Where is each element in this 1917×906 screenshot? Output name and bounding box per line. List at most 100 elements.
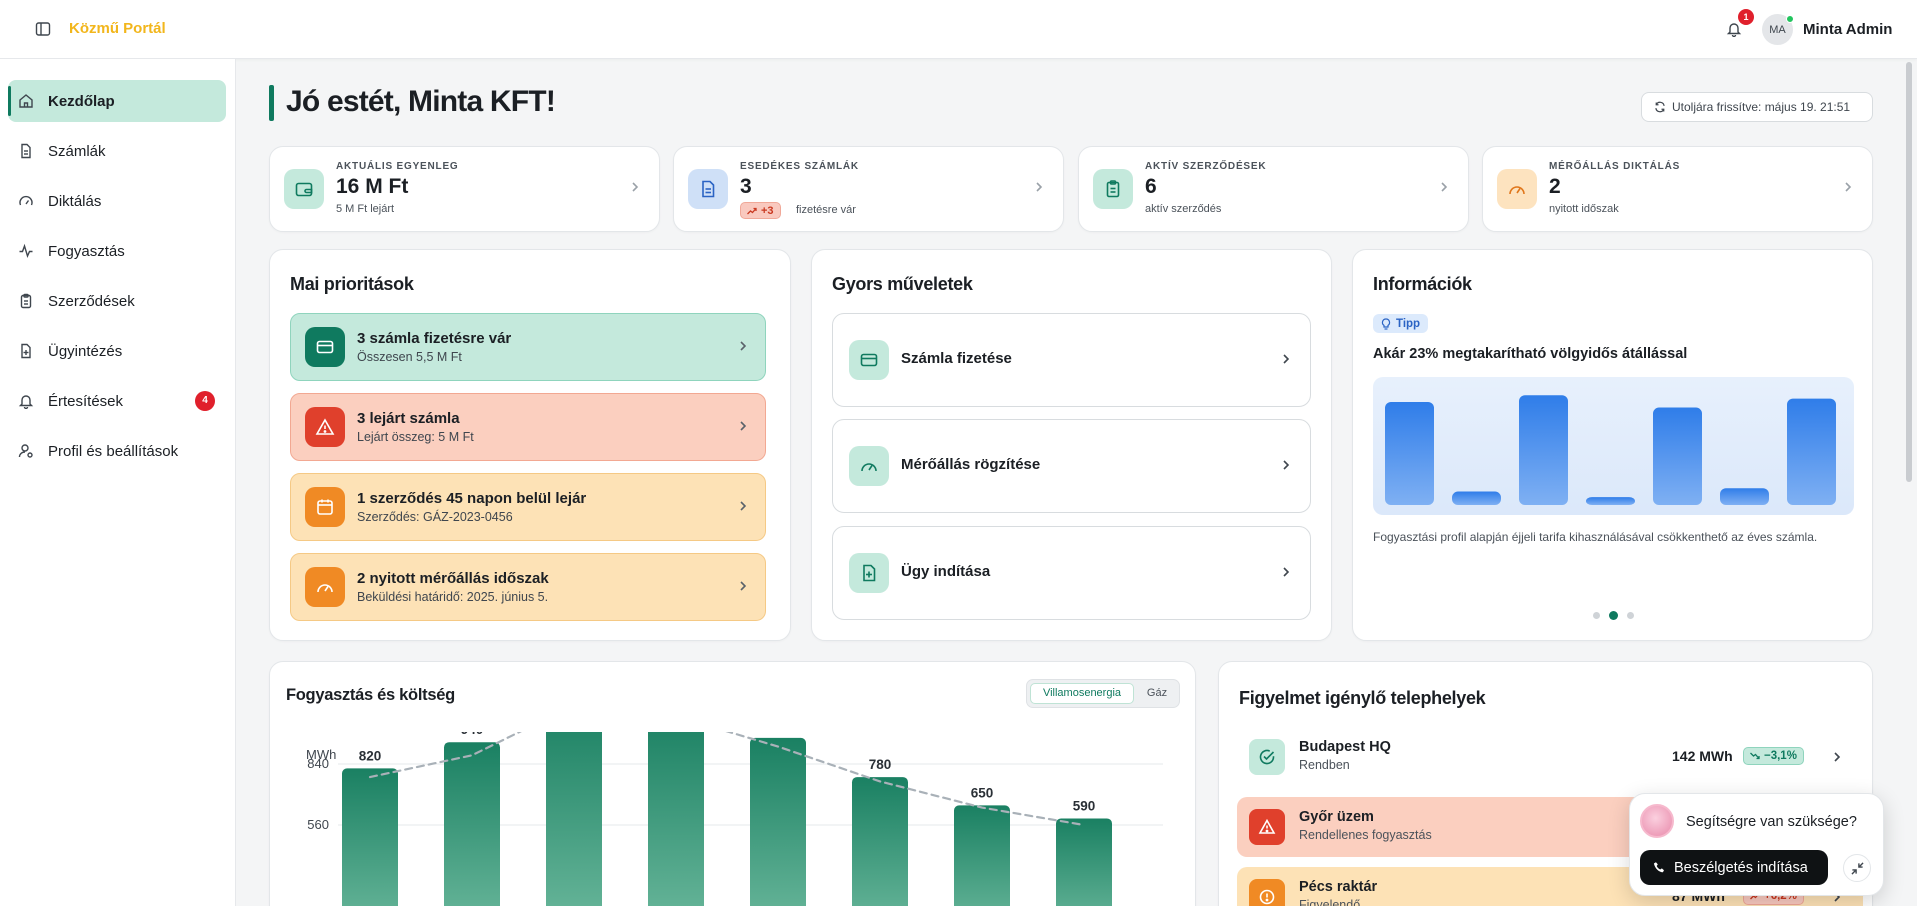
kpi-label: AKTUÁLIS EGYENLEG [336, 161, 459, 172]
tip-tag: Tipp [1373, 314, 1429, 333]
app-title[interactable]: Közmű Portál [69, 20, 166, 37]
priority-item-unpaid-invoices[interactable]: 3 számla fizetésre vár Összesen 5,5 M Ft [290, 313, 766, 381]
kpi-card-meter-reading[interactable]: MÉRŐÁLLÁS DIKTÁLÁS 2 nyitott időszak [1482, 146, 1873, 232]
sidebar-toggle-icon[interactable] [35, 21, 51, 37]
notification-count-badge: 4 [195, 391, 215, 411]
sidebar-item-kezdolap[interactable]: Kezdőlap [8, 80, 226, 122]
phone-icon [1653, 861, 1666, 874]
kpi-card-balance[interactable]: AKTUÁLIS EGYENLEG 16 M Ft 5 M Ft lejárt [269, 146, 660, 232]
priority-item-open-meter-periods[interactable]: 2 nyitott mérőállás időszak Beküldési ha… [290, 553, 766, 621]
notification-badge: 1 [1738, 9, 1754, 25]
quick-action-label: Mérőállás rögzítése [901, 456, 1041, 473]
priority-title: 3 lejárt számla [357, 410, 460, 427]
consumption-bar[interactable] [852, 777, 908, 906]
sidebar-item-szamlak[interactable]: Számlák [8, 130, 226, 172]
sidebar-item-fogyasztas[interactable]: Fogyasztás [8, 230, 226, 272]
kpi-subtext: 5 M Ft lejárt [336, 203, 395, 215]
carousel-dot-1[interactable] [1593, 612, 1600, 619]
clipboard-icon [1093, 169, 1133, 209]
kpi-value: 2 [1549, 175, 1561, 198]
page-title: Jó estét, Minta KFT! [286, 85, 556, 118]
trend-down-icon [1750, 752, 1760, 760]
top-bar: Közmű Portál 1 MA Minta Admin [0, 0, 1917, 59]
warning-icon [1249, 809, 1285, 845]
y-tick-label: 560 [307, 817, 329, 832]
consumption-bar[interactable] [1056, 818, 1112, 906]
home-icon [18, 93, 34, 109]
site-trend-value: −3,1% [1764, 750, 1797, 762]
priority-item-expiring-contract[interactable]: 1 szerződés 45 napon belül lejár Szerződ… [290, 473, 766, 541]
priorities-card: Mai prioritások 3 számla fizetésre vár Ö… [269, 249, 791, 641]
sidebar: Kezdőlap Számlák Diktálás Fogyasztás Sze… [0, 59, 236, 906]
kpi-card-due-invoices[interactable]: ESEDÉKES SZÁMLÁK 3 +3 fizetésre vár [673, 146, 1064, 232]
user-name[interactable]: Minta Admin [1803, 21, 1892, 38]
site-status: Rendellenes fogyasztás [1299, 828, 1432, 842]
y-tick-label: 840 [307, 756, 329, 771]
sidebar-item-ertesitesek[interactable]: Értesítések 4 [8, 380, 226, 422]
warning-icon [305, 407, 345, 447]
kpi-value: 16 M Ft [336, 175, 409, 198]
consumption-bar[interactable] [546, 732, 602, 906]
document-icon [18, 143, 34, 159]
quick-action-pay-invoice[interactable]: Számla fizetése [832, 313, 1311, 407]
sidebar-item-label: Számlák [48, 142, 106, 160]
sidebar-item-label: Ügyintézés [48, 342, 123, 360]
greeting-accent-bar [269, 85, 274, 121]
sidebar-item-szerzodesek[interactable]: Szerződések [8, 280, 226, 322]
priority-title: 3 számla fizetésre vár [357, 330, 512, 347]
kpi-card-active-contracts[interactable]: AKTÍV SZERZŐDÉSEK 6 aktív szerződés [1078, 146, 1469, 232]
sidebar-item-label: Kezdőlap [48, 92, 115, 110]
sidebar-item-ugyintezes[interactable]: Ügyintézés [8, 330, 226, 372]
chevron-right-icon [1831, 751, 1843, 763]
consumption-bar[interactable] [750, 737, 806, 906]
quick-action-start-case[interactable]: Ügy indítása [832, 526, 1311, 620]
gauge-icon [849, 446, 889, 486]
tariff-bar [1586, 497, 1635, 505]
priority-item-overdue-invoices[interactable]: 3 lejárt számla Lejárt összeg: 5 M Ft [290, 393, 766, 461]
chevron-right-icon [737, 340, 749, 352]
bell-icon[interactable] [1726, 21, 1742, 37]
consumption-bar[interactable] [648, 732, 704, 906]
quick-action-record-meter[interactable]: Mérőállás rögzítése [832, 419, 1311, 513]
refresh-icon [1654, 101, 1666, 113]
consumption-chart: MWh112084056082094011201080960780650590 [306, 732, 1163, 906]
chevron-right-icon [1280, 458, 1292, 472]
refresh-button[interactable]: Utoljára frissítve: május 19. 21:51 [1641, 92, 1873, 122]
consumption-card: Fogyasztás és költség Villamosenergia Gá… [269, 661, 1196, 906]
assistant-avatar [1640, 804, 1674, 838]
refresh-label: Utoljára frissítve: május 19. 21:51 [1672, 100, 1851, 114]
tariff-bar [1452, 491, 1501, 505]
energy-type-tabs: Villamosenergia Gáz [1026, 679, 1180, 708]
kpi-label: MÉRŐÁLLÁS DIKTÁLÁS [1549, 161, 1681, 172]
carousel-dot-3[interactable] [1627, 612, 1634, 619]
help-widget: Segítségre van szüksége? Beszélgetés ind… [1629, 793, 1884, 896]
tab-villamosenergia[interactable]: Villamosenergia [1030, 683, 1134, 704]
alert-circle-icon [1249, 879, 1285, 906]
sidebar-item-profil[interactable]: Profil és beállítások [8, 430, 226, 472]
activity-icon [18, 243, 34, 259]
site-item-budapest-hq[interactable]: Budapest HQ Rendben 142 MWh −3,1% [1237, 727, 1863, 787]
page-scrollbar[interactable] [1906, 62, 1912, 482]
tab-gaz[interactable]: Gáz [1137, 683, 1177, 704]
priority-subtitle: Beküldési határidő: 2025. június 5. [357, 590, 549, 604]
tariff-bar [1787, 398, 1836, 505]
wallet-icon [284, 169, 324, 209]
consumption-bar[interactable] [954, 805, 1010, 906]
consumption-bar[interactable] [342, 768, 398, 906]
user-settings-icon [18, 443, 34, 459]
priority-subtitle: Lejárt összeg: 5 M Ft [357, 430, 474, 444]
sidebar-item-label: Értesítések [48, 392, 124, 410]
sidebar-item-diktalas[interactable]: Diktálás [8, 180, 226, 222]
kpi-subtext: nyitott időszak [1549, 203, 1619, 215]
carousel-dot-2[interactable] [1609, 611, 1618, 620]
start-chat-button[interactable]: Beszélgetés indítása [1640, 850, 1828, 885]
collapse-icon[interactable] [1843, 854, 1871, 882]
file-plus-icon [849, 553, 889, 593]
start-chat-label: Beszélgetés indítása [1674, 859, 1808, 876]
quick-action-label: Ügy indítása [901, 563, 991, 580]
kpi-label: AKTÍV SZERZŐDÉSEK [1145, 161, 1267, 172]
consumption-bar[interactable] [444, 742, 500, 906]
info-headline: Akár 23% megtakarítható völgyidős átállá… [1373, 346, 1688, 362]
trend-badge: +3 [740, 202, 781, 219]
priority-title: 1 szerződés 45 napon belül lejár [357, 490, 587, 507]
